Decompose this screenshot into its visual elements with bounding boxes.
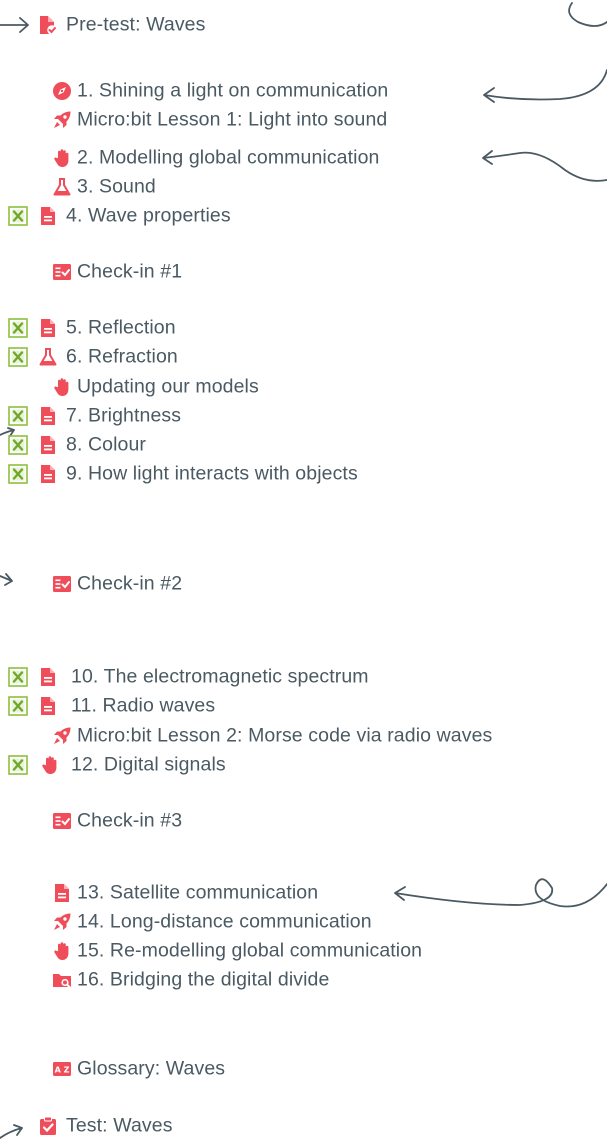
item-label: Micro:bit Lesson 1: Light into sound xyxy=(77,108,388,131)
item-label: 16. Bridging the digital divide xyxy=(77,968,330,991)
item-label: 1. Shining a light on communication xyxy=(77,79,389,102)
item-label: 7. Brightness xyxy=(66,404,182,427)
file-check-icon xyxy=(37,15,57,35)
document-icon xyxy=(38,435,58,455)
item-lesson-2[interactable]: 2. Modelling global communication xyxy=(0,143,607,173)
item-lesson-14[interactable]: 14. Long-distance communication xyxy=(0,907,607,937)
item-label: 12. Digital signals xyxy=(71,753,226,776)
excel-icon[interactable] xyxy=(8,406,28,426)
item-label: 5. Reflection xyxy=(66,316,176,339)
item-lesson-6[interactable]: 6. Refraction xyxy=(0,342,607,372)
item-lesson-8[interactable]: 8. Colour xyxy=(0,430,607,460)
item-lesson-13[interactable]: 13. Satellite communication xyxy=(0,878,607,908)
document-icon xyxy=(52,883,72,903)
item-label: Updating our models xyxy=(77,375,259,398)
clipboard-check-icon xyxy=(38,1116,58,1136)
item-microbit-2[interactable]: Micro:bit Lesson 2: Morse code via radio… xyxy=(0,721,607,751)
item-checkin-2[interactable]: Check-in #2 xyxy=(0,569,607,599)
excel-icon[interactable] xyxy=(8,347,28,367)
rocket-icon xyxy=(52,110,72,130)
excel-icon[interactable] xyxy=(8,318,28,338)
item-label: Pre-test: Waves xyxy=(66,13,206,36)
item-label: Glossary: Waves xyxy=(77,1057,226,1080)
item-label: Test: Waves xyxy=(66,1114,173,1137)
item-lesson-3[interactable]: 3. Sound xyxy=(0,172,607,202)
item-label: 8. Colour xyxy=(66,433,147,456)
document-icon xyxy=(38,696,58,716)
item-checkin-1[interactable]: Check-in #1 xyxy=(0,257,607,287)
az-icon: A Z xyxy=(52,1059,72,1079)
item-label: Check-in #1 xyxy=(77,260,183,283)
item-test[interactable]: Test: Waves xyxy=(0,1111,607,1141)
item-label: 4. Wave properties xyxy=(66,204,231,227)
checklist-icon xyxy=(52,574,72,594)
hand-icon xyxy=(40,755,60,775)
item-lesson-5[interactable]: 5. Reflection xyxy=(0,313,607,343)
compass-icon xyxy=(52,81,72,101)
item-label: 11. Radio waves xyxy=(71,694,216,717)
hand-icon xyxy=(52,148,72,168)
item-label: 2. Modelling global communication xyxy=(77,146,380,169)
item-label: 15. Re-modelling global communication xyxy=(77,939,423,962)
hand-icon xyxy=(52,941,72,961)
rocket-icon xyxy=(52,726,72,746)
checklist-icon xyxy=(52,811,72,831)
item-lesson-7[interactable]: 7. Brightness xyxy=(0,401,607,431)
item-checkin-3[interactable]: Check-in #3 xyxy=(0,806,607,836)
item-updating-models[interactable]: Updating our models xyxy=(0,372,607,402)
excel-icon[interactable] xyxy=(8,755,28,775)
item-label: 13. Satellite communication xyxy=(77,881,319,904)
flask-icon xyxy=(38,347,58,367)
excel-icon[interactable] xyxy=(8,435,28,455)
excel-icon[interactable] xyxy=(8,696,28,716)
item-label: Micro:bit Lesson 2: Morse code via radio… xyxy=(77,724,493,747)
item-microbit-1[interactable]: Micro:bit Lesson 1: Light into sound xyxy=(0,105,607,135)
item-lesson-4[interactable]: 4. Wave properties xyxy=(0,201,607,231)
document-icon xyxy=(38,406,58,426)
item-label: Check-in #2 xyxy=(77,572,183,595)
excel-icon[interactable] xyxy=(8,206,28,226)
svg-text:A Z: A Z xyxy=(55,1066,70,1075)
item-lesson-15[interactable]: 15. Re-modelling global communication xyxy=(0,936,607,966)
item-lesson-16[interactable]: 16. Bridging the digital divide xyxy=(0,965,607,995)
item-label: Check-in #3 xyxy=(77,809,183,832)
item-lesson-1[interactable]: 1. Shining a light on communication xyxy=(0,76,607,106)
item-label: 9. How light interacts with objects xyxy=(66,462,358,485)
excel-icon[interactable] xyxy=(8,667,28,687)
item-glossary[interactable]: A Z Glossary: Waves xyxy=(0,1054,607,1084)
rocket-icon xyxy=(52,912,72,932)
item-lesson-9[interactable]: 9. How light interacts with objects xyxy=(0,459,607,489)
item-label: 6. Refraction xyxy=(66,345,178,368)
folder-search-icon xyxy=(52,970,72,990)
item-lesson-12[interactable]: 12. Digital signals xyxy=(0,750,607,780)
document-icon xyxy=(38,318,58,338)
document-icon xyxy=(38,464,58,484)
excel-icon[interactable] xyxy=(8,464,28,484)
item-lesson-10[interactable]: 10. The electromagnetic spectrum xyxy=(0,662,607,692)
document-icon xyxy=(38,667,58,687)
item-label: 10. The electromagnetic spectrum xyxy=(71,665,369,688)
checklist-icon xyxy=(52,262,72,282)
flask-icon xyxy=(52,177,72,197)
hand-icon xyxy=(52,377,72,397)
item-label: 3. Sound xyxy=(77,175,156,198)
document-icon xyxy=(38,206,58,226)
item-pretest[interactable]: Pre-test: Waves xyxy=(0,10,607,40)
item-label: 14. Long-distance communication xyxy=(77,910,372,933)
item-lesson-11[interactable]: 11. Radio waves xyxy=(0,691,607,721)
